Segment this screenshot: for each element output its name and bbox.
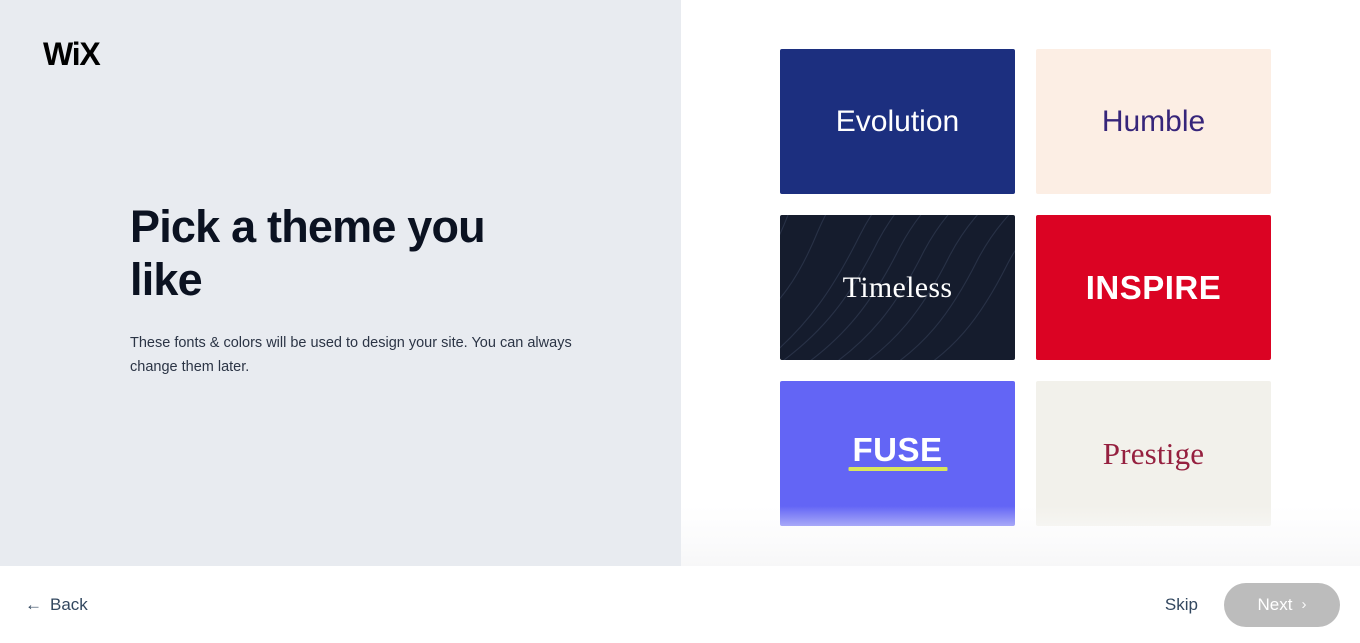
theme-card-timeless[interactable]: Timeless (780, 215, 1015, 360)
page-title: Pick a theme you like (130, 201, 486, 306)
theme-card-evolution[interactable]: Evolution (780, 49, 1015, 194)
theme-card-fuse[interactable]: FUSE (780, 381, 1015, 526)
wix-logo[interactable]: WiX (43, 36, 101, 72)
page-subtitle: These fonts & colors will be used to des… (130, 335, 572, 376)
skip-button-label: Skip (1164, 594, 1198, 614)
theme-grid: Evolution Humble Timeless INSPIRE FUSE P… (780, 49, 1271, 526)
next-button-label: Next (1257, 594, 1293, 614)
onboarding-screen: WiX Pick a theme you like These fonts & … (0, 0, 1360, 643)
footer-bar: ← Back Skip Next › (0, 566, 1360, 643)
back-button[interactable]: ← Back (21, 589, 92, 621)
theme-card-prestige[interactable]: Prestige (1036, 381, 1271, 526)
chevron-right-icon: › (1301, 596, 1307, 613)
theme-card-label: Evolution (835, 104, 960, 138)
theme-card-label: Prestige (1102, 435, 1205, 471)
theme-card-inspire[interactable]: INSPIRE (1036, 215, 1271, 360)
theme-card-label: INSPIRE (1085, 268, 1222, 306)
arrow-left-icon: ← (25, 595, 42, 614)
intro-copy: Pick a theme you like These fonts & colo… (130, 200, 600, 380)
theme-card-humble[interactable]: Humble (1036, 49, 1271, 194)
theme-card-label: Humble (1101, 104, 1206, 138)
back-button-label: Back (50, 594, 88, 614)
theme-gallery-panel: Evolution Humble Timeless INSPIRE FUSE P… (681, 0, 1360, 566)
theme-accent-underline (848, 467, 947, 471)
left-panel: WiX Pick a theme you like These fonts & … (0, 0, 681, 566)
footer-actions: Skip Next › (1161, 582, 1340, 627)
wix-logo-text: WiX (43, 36, 101, 72)
theme-card-label: Timeless (842, 270, 953, 304)
skip-button[interactable]: Skip (1161, 589, 1202, 621)
next-button[interactable]: Next › (1224, 582, 1340, 627)
